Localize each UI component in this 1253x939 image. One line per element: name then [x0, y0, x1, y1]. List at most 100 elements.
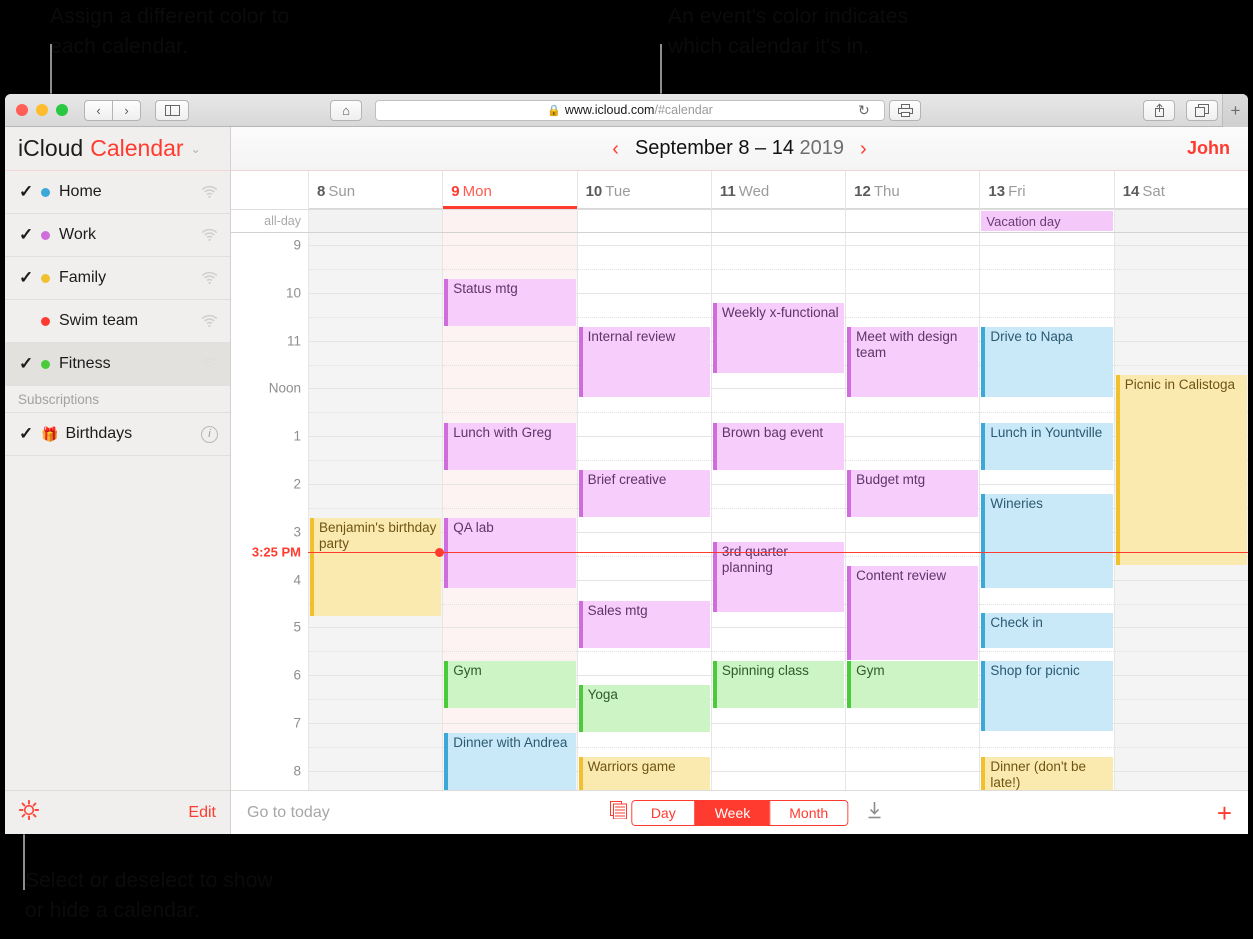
calendar-event[interactable]: Internal review: [578, 327, 710, 397]
maximize-window-button[interactable]: [56, 104, 68, 116]
previous-week-button[interactable]: ‹: [596, 139, 635, 159]
print-icon[interactable]: [889, 99, 921, 121]
day-column-wed[interactable]: Weekly x-functional Brown bag event 3rd qu…: [710, 233, 846, 790]
calendar-checkbox[interactable]: ✓: [19, 268, 41, 288]
time-grid-scroll[interactable]: 9 10 11 Noon 1 2 3 4 5 6 7 8 3:25 PM Benjamin's birt…: [231, 233, 1248, 790]
back-button[interactable]: ‹: [84, 99, 113, 121]
calendar-event[interactable]: Check in: [981, 613, 1113, 648]
view-button-week[interactable]: Week: [694, 800, 770, 825]
calendar-event[interactable]: Spinning class: [712, 661, 845, 708]
day-column-mon[interactable]: Status mtg Lunch with Greg QA lab Gym Dinner…: [442, 233, 577, 790]
day-header-sat[interactable]: 14 Sat: [1113, 171, 1248, 209]
gear-icon[interactable]: [18, 799, 40, 826]
share-calendar-icon[interactable]: [201, 355, 218, 374]
show-tabs-icon[interactable]: [1186, 99, 1218, 121]
address-bar[interactable]: 🔒 www.icloud.com /#calendar: [375, 99, 885, 121]
add-event-button[interactable]: +: [1217, 800, 1232, 826]
next-week-button[interactable]: ›: [844, 139, 883, 159]
calendar-event[interactable]: Status mtg: [444, 279, 576, 326]
day-column-sun[interactable]: Benjamin's birthday party: [308, 233, 443, 790]
calendar-checkbox[interactable]: ✓: [19, 311, 41, 331]
calendar-event[interactable]: Drive to Napa: [981, 327, 1113, 397]
all-day-cell-sat[interactable]: [1113, 210, 1248, 232]
calendar-color-dot[interactable]: [41, 187, 50, 197]
sidebar-brand[interactable]: iCloud Calendar ⌄: [5, 127, 230, 171]
all-day-cell-thu[interactable]: [845, 210, 979, 232]
calendar-event[interactable]: Brief creative: [578, 470, 710, 517]
calendar-row-family[interactable]: ✓ Family: [5, 257, 230, 300]
edit-button[interactable]: Edit: [188, 804, 216, 822]
forward-button[interactable]: ›: [112, 99, 141, 121]
all-day-cell-mon[interactable]: [442, 210, 577, 232]
reload-icon[interactable]: ↻: [858, 102, 870, 119]
calendar-event[interactable]: Warriors game: [578, 757, 710, 790]
all-day-event[interactable]: Vacation day: [981, 211, 1113, 231]
day-column-sat[interactable]: Picnic in Calistoga: [1113, 233, 1248, 790]
calendar-event[interactable]: Gym: [444, 661, 576, 708]
share-calendar-icon[interactable]: [201, 312, 218, 331]
calendar-event[interactable]: Benjamin's birthday party: [310, 518, 442, 616]
calendar-event[interactable]: Picnic in Calistoga: [1115, 375, 1247, 565]
calendar-event[interactable]: Dinner (don't be late!): [981, 757, 1113, 790]
all-day-cell-fri[interactable]: Vacation day: [979, 210, 1113, 232]
close-window-button[interactable]: [16, 104, 28, 116]
calendar-row-home[interactable]: ✓ Home: [5, 171, 230, 214]
subscription-row-birthdays[interactable]: ✓ 🎁 Birthdays i: [5, 413, 230, 456]
all-day-cell-sun[interactable]: [308, 210, 443, 232]
day-header-thu[interactable]: 12 Thu: [845, 171, 980, 209]
hour-label: 5: [293, 619, 301, 635]
sidebar-toggle-icon[interactable]: [155, 99, 189, 121]
day-header-mon[interactable]: 9 Mon: [442, 171, 577, 209]
day-header-wed[interactable]: 11 Wed: [710, 171, 846, 209]
share-icon[interactable]: [1143, 99, 1175, 121]
calendar-event[interactable]: Lunch with Greg: [444, 423, 576, 470]
calendar-event[interactable]: Budget mtg: [847, 470, 979, 517]
user-account-name[interactable]: John: [1187, 138, 1230, 159]
calendar-color-dot[interactable]: [41, 316, 50, 326]
calendar-checkbox[interactable]: ✓: [19, 225, 41, 245]
calendar-color-dot[interactable]: [41, 273, 50, 283]
half-hour-gridline: [309, 460, 443, 462]
minimize-window-button[interactable]: [36, 104, 48, 116]
calendar-row-work[interactable]: ✓ Work: [5, 214, 230, 257]
share-calendar-icon[interactable]: [201, 226, 218, 245]
calendar-event[interactable]: Brown bag event: [712, 423, 845, 470]
all-day-cell-wed[interactable]: [710, 210, 845, 232]
subscription-checkbox[interactable]: ✓: [19, 424, 41, 444]
go-to-today-button[interactable]: Go to today: [247, 804, 330, 822]
all-day-cell-tue[interactable]: [576, 210, 711, 232]
calendar-event[interactable]: QA lab: [444, 518, 576, 588]
calendar-event[interactable]: Sales mtg: [578, 601, 710, 648]
calendar-row-swim-team[interactable]: ✓ Swim team: [5, 300, 230, 343]
day-header-sun[interactable]: 8 Sun: [308, 171, 443, 209]
share-calendar-icon[interactable]: [201, 183, 218, 202]
day-column-tue[interactable]: Internal review Brief creative Sales mtg Yo…: [576, 233, 711, 790]
calendar-event[interactable]: Gym: [847, 661, 979, 708]
calendar-event[interactable]: Content review: [847, 566, 979, 660]
calendar-checkbox[interactable]: ✓: [19, 182, 41, 202]
calendar-color-dot[interactable]: [41, 359, 50, 369]
day-header-fri[interactable]: 13 Fri: [979, 171, 1114, 209]
day-header-tue[interactable]: 10 Tue: [576, 171, 712, 209]
share-calendar-icon[interactable]: [201, 269, 218, 288]
day-column-fri[interactable]: Drive to Napa Lunch in Yountville Wineries…: [979, 233, 1114, 790]
day-column-thu[interactable]: Meet with design team Budget mtg Content r…: [845, 233, 980, 790]
calendar-event[interactable]: Meet with design team: [847, 327, 979, 397]
calendar-event[interactable]: Dinner with Andrea: [444, 733, 576, 790]
calendar-event[interactable]: Lunch in Yountville: [981, 423, 1113, 470]
calendar-event[interactable]: Shop for picnic: [981, 661, 1113, 731]
home-button[interactable]: ⌂: [330, 99, 362, 121]
new-tab-button[interactable]: +: [1222, 94, 1248, 127]
view-button-day[interactable]: Day: [631, 800, 695, 825]
calendar-row-fitness[interactable]: ✓ Fitness: [5, 343, 230, 386]
list-view-icon[interactable]: [609, 801, 627, 824]
calendar-event[interactable]: Weekly x-functional: [712, 303, 845, 373]
calendar-color-dot[interactable]: [41, 230, 50, 240]
calendar-checkbox[interactable]: ✓: [19, 354, 41, 374]
calendar-event[interactable]: Yoga: [578, 685, 710, 732]
view-button-month[interactable]: Month: [769, 800, 848, 825]
chevron-down-icon[interactable]: ⌄: [191, 142, 201, 156]
download-icon[interactable]: [866, 801, 883, 824]
info-icon[interactable]: i: [201, 425, 218, 443]
calendar-event[interactable]: Wineries: [981, 494, 1113, 588]
